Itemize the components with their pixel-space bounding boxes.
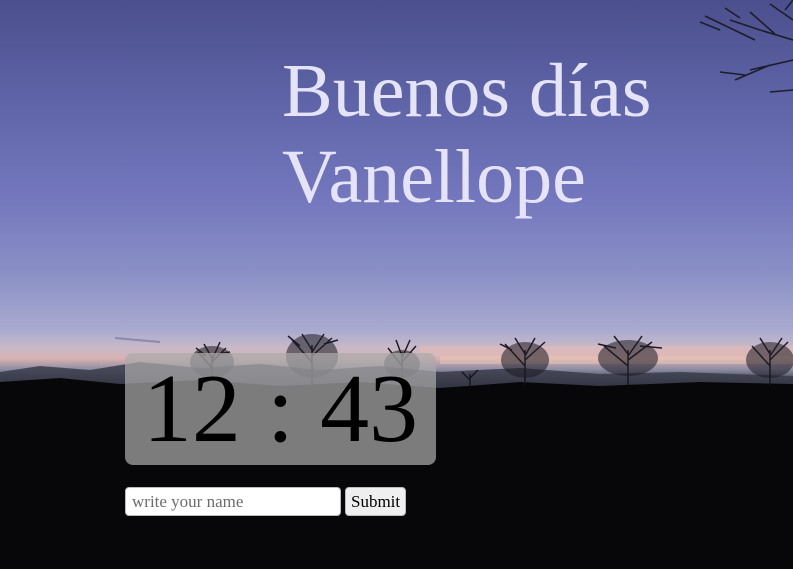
name-form: Submit xyxy=(125,487,407,516)
clock-hours: 12 xyxy=(142,355,241,463)
greeting-text: Buenos días Vanellope xyxy=(282,48,651,220)
clock-separator: : xyxy=(266,355,295,463)
clock-display: 12 : 43 xyxy=(125,353,436,465)
app-root: Buenos días Vanellope 12 : 43 Submit xyxy=(0,0,793,569)
greeting-salutation: Buenos días xyxy=(282,49,652,133)
submit-button[interactable]: Submit xyxy=(345,487,407,516)
greeting-user-name: Vanellope xyxy=(282,135,586,219)
clock-minutes: 43 xyxy=(320,355,419,463)
name-input[interactable] xyxy=(125,487,341,516)
